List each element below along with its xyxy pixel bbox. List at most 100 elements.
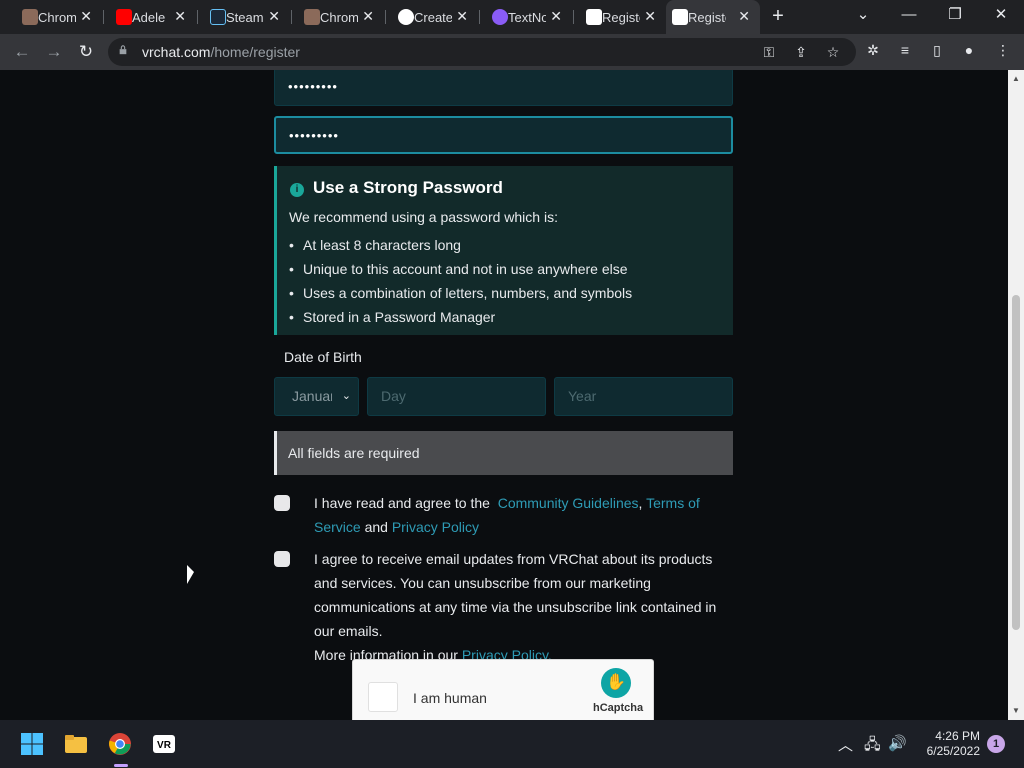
year-input[interactable]: Year	[554, 377, 733, 416]
address-bar[interactable]: vrchat.com/home/register ⚿ ⇪ ☆	[108, 38, 856, 66]
google-icon	[398, 9, 414, 25]
tab-label: Chrome	[38, 9, 76, 25]
clock-date: 6/25/2022	[926, 744, 980, 758]
tab-label: TextNow	[508, 9, 546, 25]
month-select[interactable]: January ⌄	[274, 377, 359, 416]
url-domain: vrchat.com	[142, 44, 211, 60]
community-guidelines-link[interactable]: Community Guidelines	[498, 495, 639, 511]
email-updates-checkbox[interactable]	[274, 551, 290, 567]
file-explorer-icon[interactable]	[64, 732, 88, 756]
month-value: January	[292, 388, 332, 404]
close-icon[interactable]: ✕	[174, 8, 186, 25]
url-text: vrchat.com/home/register	[142, 44, 300, 60]
new-tab-button[interactable]: +	[767, 5, 789, 27]
clock-time: 4:26 PM	[935, 729, 980, 743]
back-icon[interactable]: ←	[11, 41, 33, 63]
window-close-icon[interactable]: ✕	[990, 4, 1012, 26]
close-icon[interactable]: ✕	[80, 8, 92, 25]
url-path: /home/register	[210, 44, 300, 60]
dob-label: Date of Birth	[284, 349, 362, 365]
email-updates-label: I agree to receive email updates from VR…	[314, 551, 717, 663]
tab-textnow[interactable]: TextNow ✕	[486, 0, 572, 34]
active-app-indicator	[114, 764, 128, 767]
minimize-icon[interactable]: —	[898, 4, 920, 26]
tab-search-icon[interactable]: ⌄	[852, 4, 874, 26]
list-item: • At least 8 characters long	[289, 237, 461, 253]
scroll-down-icon[interactable]: ▼	[1012, 706, 1020, 715]
browser-chrome: Chrome ✕ Adele ✕ Steam ✕ Chrome ✕ Create…	[0, 0, 1024, 70]
key-icon[interactable]: ⚿	[760, 43, 778, 61]
svg-text:VR: VR	[157, 740, 172, 751]
tab-steam[interactable]: Steam ✕	[204, 0, 290, 34]
profile-icon[interactable]: ●	[960, 41, 978, 59]
bookmark-star-icon[interactable]: ☆	[824, 43, 842, 61]
tab-label: Adele	[132, 9, 166, 25]
close-icon[interactable]: ✕	[550, 8, 562, 25]
chevron-down-icon: ⌄	[341, 390, 351, 402]
scrollbar-thumb[interactable]	[1012, 295, 1020, 630]
password-field[interactable]: •••••••••	[274, 70, 733, 106]
tab-strip: Chrome ✕ Adele ✕ Steam ✕ Chrome ✕ Create…	[0, 0, 1024, 34]
captcha-brand: hCaptcha	[593, 702, 644, 714]
youtube-icon	[116, 9, 132, 25]
mouse-cursor-icon	[187, 565, 194, 584]
system-clock[interactable]: 4:26 PM 6/25/2022	[918, 729, 980, 759]
side-panel-icon[interactable]: ▯	[928, 41, 946, 59]
close-icon[interactable]: ✕	[456, 8, 468, 25]
network-icon[interactable]: 🖧	[864, 734, 881, 759]
reload-icon[interactable]: ↻	[75, 41, 97, 63]
windows-taskbar: VR ︿ 🖧 🔊 4:26 PM 6/25/2022 1	[0, 720, 1024, 768]
chrome-icon[interactable]	[108, 732, 132, 756]
hcaptcha-widget: I am human ✋ hCaptcha	[352, 659, 654, 720]
extensions-icon[interactable]: ✲	[864, 41, 882, 59]
captcha-label: I am human	[413, 690, 487, 706]
tab-create[interactable]: Create ✕	[392, 0, 478, 34]
close-icon[interactable]: ✕	[644, 8, 656, 25]
tab-register-1[interactable]: Register ✕	[580, 0, 666, 34]
tab-chrome-1[interactable]: Chrome ✕	[16, 0, 102, 34]
password-confirm-field[interactable]: •••••••••	[274, 116, 733, 154]
chrome-favicon-icon	[304, 9, 320, 25]
tab-label: Create	[414, 9, 452, 25]
info-icon: i	[290, 183, 304, 197]
share-icon[interactable]: ⇪	[792, 43, 810, 61]
strong-password-notice: i Use a Strong Password We recommend usi…	[274, 166, 733, 335]
restore-icon[interactable]: ❐	[944, 4, 966, 26]
close-icon[interactable]: ✕	[738, 8, 750, 25]
lock-icon	[119, 45, 127, 55]
scroll-up-icon[interactable]: ▲	[1012, 74, 1020, 83]
captcha-checkbox[interactable]	[368, 682, 398, 712]
day-input[interactable]: Day	[367, 377, 546, 416]
tab-label: Chrome	[320, 9, 358, 25]
terms-label: I have read and agree to the Community G…	[314, 495, 700, 535]
windows-start-icon[interactable]	[20, 732, 44, 756]
notification-badge[interactable]: 1	[987, 735, 1005, 753]
media-icon[interactable]: ≡	[896, 41, 914, 59]
notice-intro: We recommend using a password which is:	[289, 209, 558, 225]
forward-icon[interactable]: →	[43, 41, 65, 63]
page-scrollbar[interactable]: ▲ ▼	[1008, 70, 1024, 720]
tab-label: Register	[688, 9, 726, 25]
volume-icon[interactable]: 🔊	[888, 734, 907, 752]
privacy-policy-link[interactable]: Privacy Policy	[392, 519, 479, 535]
required-message: All fields are required	[274, 431, 733, 475]
list-item: • Stored in a Password Manager	[289, 309, 496, 325]
textnow-icon	[492, 9, 508, 25]
notice-title: Use a Strong Password	[313, 178, 503, 197]
steam-icon	[210, 9, 226, 25]
list-item: • Unique to this account and not in use a…	[289, 261, 628, 277]
chevron-up-icon[interactable]: ︿	[838, 734, 853, 755]
hand-icon: ✋	[601, 668, 631, 698]
tab-label: Register	[602, 9, 640, 25]
menu-icon[interactable]: ⋮	[994, 41, 1012, 59]
tab-label: Steam	[226, 9, 264, 25]
close-icon[interactable]: ✕	[268, 8, 280, 25]
chrome-favicon-icon	[22, 9, 38, 25]
tab-chrome-2[interactable]: Chrome ✕	[298, 0, 384, 34]
vrchat-icon	[586, 9, 602, 25]
tab-adele[interactable]: Adele ✕	[110, 0, 196, 34]
tab-register-active[interactable]: Register ✕	[666, 0, 760, 34]
terms-checkbox[interactable]	[274, 495, 290, 511]
close-icon[interactable]: ✕	[362, 8, 374, 25]
vrchat-app-icon[interactable]: VR	[152, 732, 176, 756]
